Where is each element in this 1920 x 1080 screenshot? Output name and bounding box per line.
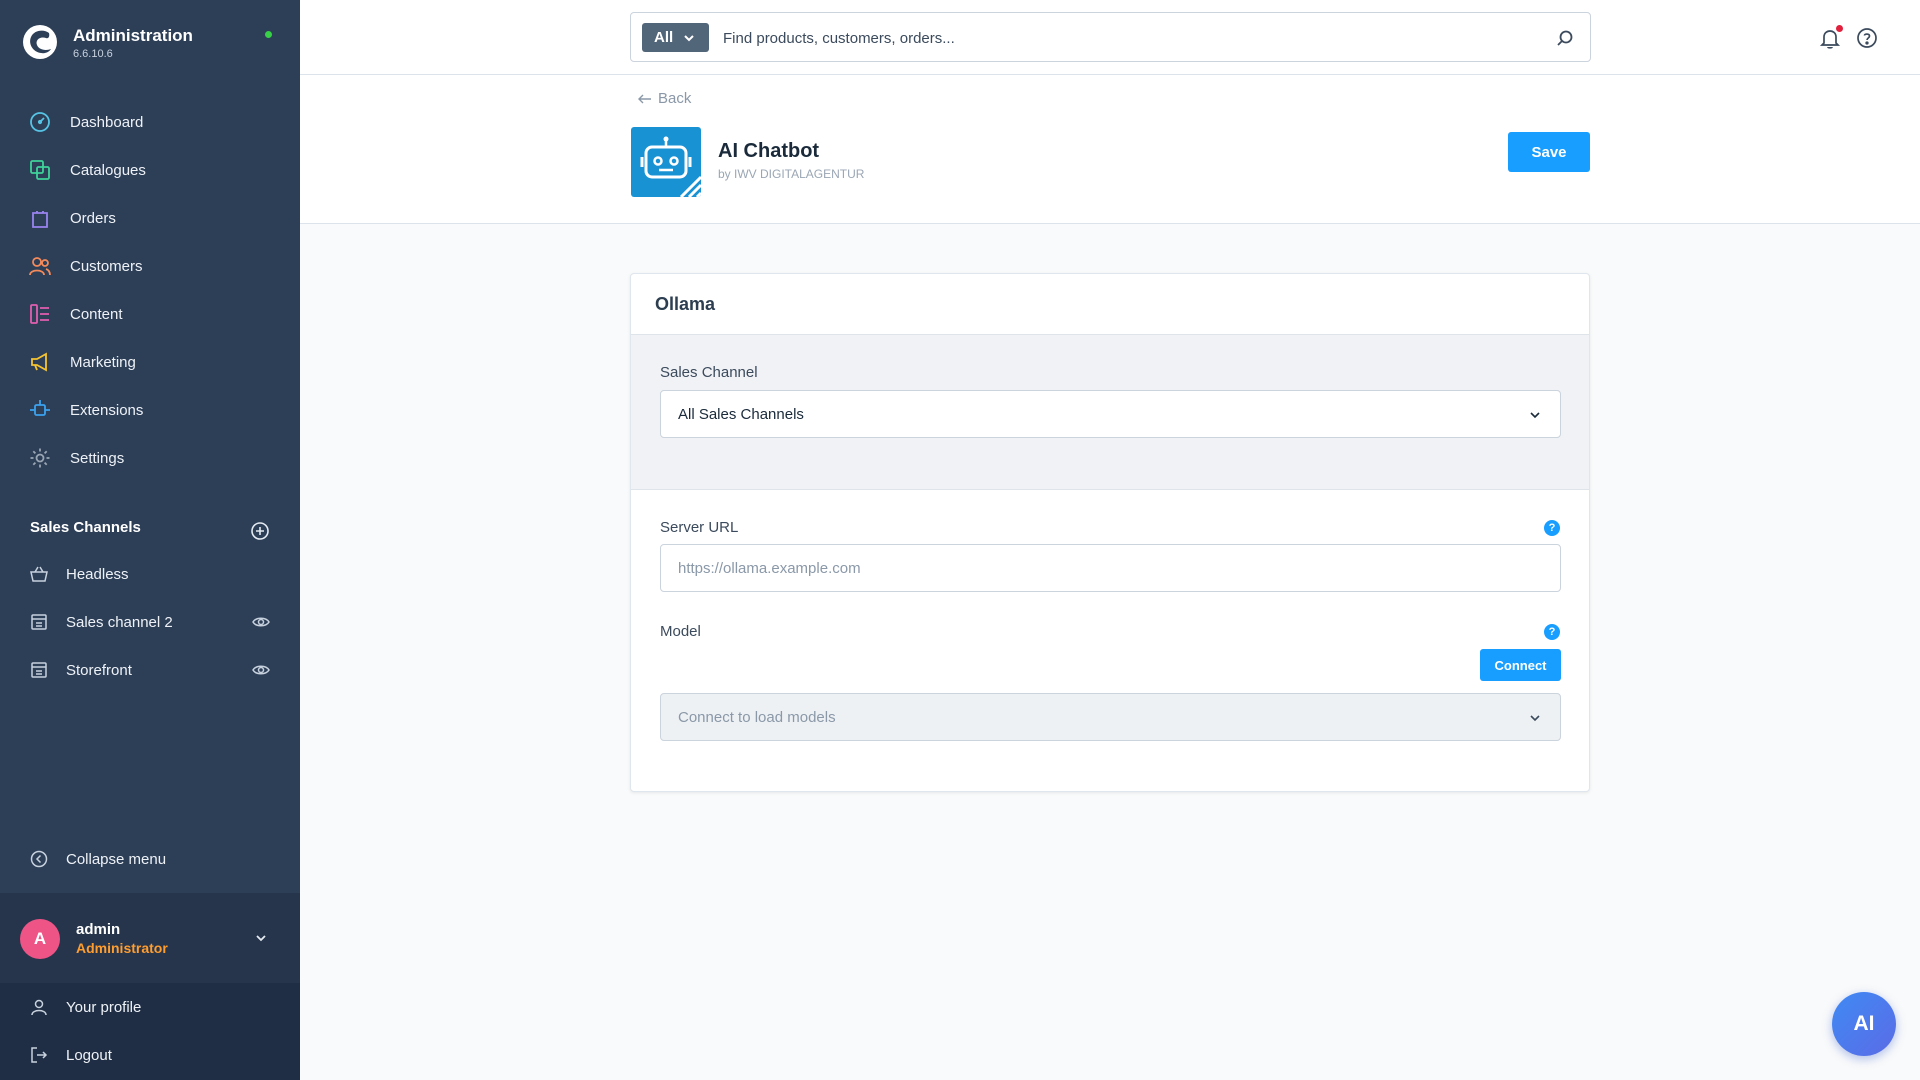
nav-item-orders[interactable]: Orders [0,194,300,242]
nav-item-dashboard[interactable]: Dashboard [0,98,300,146]
avatar: A [20,919,60,959]
content-icon [28,302,52,326]
search-type-label: All [654,29,674,46]
card-header: Ollama [631,274,1589,335]
back-link[interactable]: Back [638,90,691,107]
logout-label: Logout [66,1046,112,1064]
logout-icon [31,1047,48,1063]
nav-label: Customers [70,257,143,275]
help-icon[interactable] [1855,26,1879,50]
sales-channel-section: Sales Channel All Sales Channels [631,335,1589,490]
sidebar: Administration 6.6.10.6 Dashboard Catalo… [0,0,300,1080]
orders-icon [28,206,52,230]
sales-channel-label: Headless [66,565,129,583]
nav-label: Catalogues [70,161,146,179]
nav-item-extensions[interactable]: Extensions [0,386,300,434]
sales-channel-label: Sales channel 2 [66,613,173,631]
ollama-config-card: Ollama Sales Channel All Sales Channels … [630,273,1590,792]
sales-channel-value: All Sales Channels [678,405,804,423]
eye-icon[interactable] [252,614,270,630]
nav-label: Content [70,305,123,323]
your-profile-label: Your profile [66,998,142,1016]
back-label: Back [658,90,692,107]
dashboard-icon [28,110,52,134]
user-role: Administrator [76,940,168,956]
plugin-author: by IWV DIGITALAGENTUR [718,167,865,181]
model-label: Model [660,623,701,640]
sales-channel-label: Storefront [66,661,132,679]
brand: Administration 6.6.10.6 [22,22,282,66]
storefront-icon [30,661,48,679]
nav-item-marketing[interactable]: Marketing [0,338,300,386]
sales-channel-label: Sales Channel [660,364,758,381]
brand-title: Administration [73,26,193,45]
storefront-icon [30,613,48,631]
shopware-logo-icon[interactable] [22,24,58,60]
connection-section: Server URL ? Model ? Connect Connect to … [631,490,1589,791]
nav-item-content[interactable]: Content [0,290,300,338]
nav-label: Dashboard [70,113,144,131]
nav-item-customers[interactable]: Customers [0,242,300,290]
model-placeholder: Connect to load models [678,708,836,726]
sales-channels-title: Sales Channels [30,519,141,536]
nav-label: Orders [70,209,116,227]
user-name: admin [76,921,121,938]
arrow-left-icon [638,94,651,103]
sales-channel-2[interactable]: Sales channel 2 [0,598,300,646]
chevron-down-icon [1530,715,1540,722]
top-bar: All [300,0,1920,75]
user-panel[interactable]: A admin Administrator [0,893,300,983]
ai-assistant-button[interactable]: AI [1832,992,1896,1056]
nav-item-settings[interactable]: Settings [0,434,300,482]
user-icon [31,999,47,1016]
collapse-icon [30,850,48,868]
save-button[interactable]: Save [1508,132,1590,172]
nav-item-catalogues[interactable]: Catalogues [0,146,300,194]
chevron-down-icon[interactable] [254,931,268,945]
chevron-down-icon [684,34,694,41]
server-url-input[interactable] [660,544,1561,592]
brand-version: 6.6.10.6 [73,48,113,60]
sales-channel-headless[interactable]: Headless [0,550,300,598]
eye-icon[interactable] [252,662,270,678]
model-select[interactable]: Connect to load models [660,693,1561,741]
your-profile-link[interactable]: Your profile [0,983,300,1031]
collapse-menu-button[interactable]: Collapse menu [30,850,166,868]
search-input[interactable] [723,23,1523,53]
global-search: All [630,12,1591,62]
logout-link[interactable]: Logout [0,1031,300,1079]
add-sales-channel-icon[interactable] [250,521,270,541]
sales-channels-header: Sales Channels [30,519,270,543]
sales-channel-select[interactable]: All Sales Channels [660,390,1561,438]
search-type-dropdown[interactable]: All [642,23,709,52]
plugin-robot-icon [631,127,701,197]
basket-icon [30,565,48,583]
status-dot [265,31,272,38]
notification-dot [1836,25,1843,32]
catalogues-icon [28,158,52,182]
sales-channel-list: Headless Sales channel 2 Storefront [0,550,300,694]
nav-label: Marketing [70,353,136,371]
card-title: Ollama [655,293,716,314]
nav-label: Settings [70,449,125,467]
nav-label: Extensions [70,401,144,419]
chevron-down-icon [1530,412,1540,419]
page-header: Back AI Chatbot by IWV DIGITALAGENTUR Sa… [300,75,1920,224]
main-nav: Dashboard Catalogues Orders Customers Co… [0,98,300,482]
customers-icon [28,254,52,278]
sales-channel-storefront[interactable]: Storefront [0,646,300,694]
collapse-menu-label: Collapse menu [66,850,167,868]
account-menu: Your profile Logout [0,983,300,1080]
search-icon[interactable] [1556,29,1574,47]
marketing-icon [28,350,52,374]
server-url-label: Server URL [660,519,739,536]
model-help-icon[interactable]: ? [1544,624,1560,640]
connect-button[interactable]: Connect [1480,649,1561,681]
server-url-help-icon[interactable]: ? [1544,520,1560,536]
plugin-name: AI Chatbot [718,140,820,162]
settings-icon [28,446,52,470]
extensions-icon [28,398,52,422]
